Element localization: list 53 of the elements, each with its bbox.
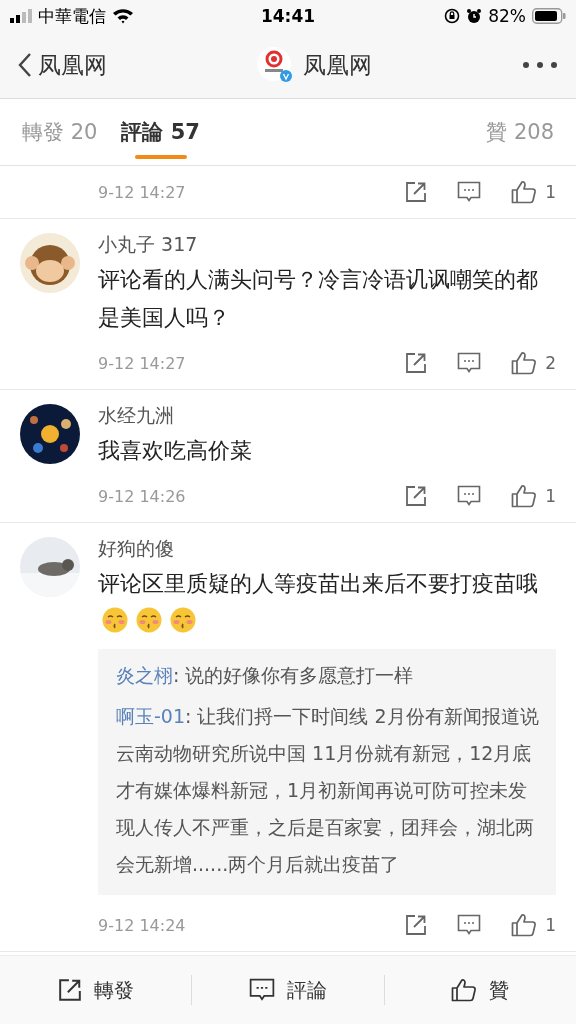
- comment-text: 我喜欢吃高价菜: [98, 438, 252, 463]
- like-button[interactable]: 贊: [384, 956, 576, 1024]
- wifi-icon: [112, 8, 134, 24]
- comment-button[interactable]: 評論: [192, 956, 384, 1024]
- thumbs-up-icon: [511, 351, 538, 375]
- reply-user-name[interactable]: 炎之栩: [116, 664, 173, 686]
- blush-face-icon: [102, 607, 128, 633]
- battery-icon: [532, 8, 566, 24]
- thumbs-up-icon: [511, 913, 538, 937]
- share-icon[interactable]: [405, 181, 428, 203]
- reply-text: 啊玉-01: 让我们捋一下时间线 2月份有新闻报道说云南动物研究所说中国 11月份就有新冠，12月底才有媒体爆料新冠，1月初新闻再说可防可控未发现人传人不严重，之后是百家宴，团拜会，湖北两会无新增......两个月后就出疫苗了: [116, 704, 540, 877]
- clock-time: 14:41: [260, 6, 316, 26]
- comment-icon[interactable]: [457, 914, 482, 936]
- share-icon[interactable]: [405, 352, 428, 374]
- comment-icon[interactable]: [457, 352, 482, 374]
- back-button[interactable]: 凤凰网: [18, 49, 107, 81]
- thumbs-up-icon: [451, 978, 478, 1002]
- share-icon[interactable]: [405, 485, 428, 507]
- page-title: 凤凰网: [303, 50, 372, 80]
- user-name[interactable]: 小丸子 317: [98, 231, 556, 257]
- comment-text: 评论区里质疑的人等疫苗出来后不要打疫苗哦: [98, 571, 538, 596]
- share-icon[interactable]: [405, 914, 428, 936]
- back-chevron-icon: [18, 52, 32, 78]
- user-name[interactable]: 好狗的傻: [98, 535, 556, 561]
- user-name[interactable]: 水经九洲: [98, 402, 556, 428]
- blush-face-icon: [136, 607, 162, 633]
- comment-icon[interactable]: [457, 485, 482, 507]
- like-button[interactable]: 2: [511, 351, 556, 375]
- comment-time: 9-12 14:27: [98, 182, 186, 202]
- like-button[interactable]: 1: [511, 913, 556, 937]
- comment-time: 9-12 14:27: [98, 353, 186, 373]
- like-button[interactable]: 1: [511, 484, 556, 508]
- comment-time: 9-12 14:26: [98, 486, 186, 506]
- channel-avatar-icon: [257, 47, 293, 83]
- comment-text: 评论看的人满头问号？冷言冷语讥讽嘲笑的都是美国人吗？: [98, 267, 538, 330]
- thumbs-up-icon: [511, 180, 538, 204]
- like-button[interactable]: 1: [511, 180, 556, 204]
- more-icon: [522, 61, 558, 69]
- comment-time: 9-12 14:24: [98, 915, 186, 935]
- rotation-lock-icon: [444, 8, 461, 24]
- comment-icon[interactable]: [457, 181, 482, 203]
- alarm-icon: [466, 8, 483, 24]
- battery-percent: 82%: [488, 6, 526, 26]
- reply-text: 炎之栩: 说的好像你有多愿意打一样: [116, 663, 415, 688]
- thumbs-up-icon: [511, 484, 538, 508]
- share-icon: [57, 978, 82, 1002]
- signal-icon: [10, 9, 32, 23]
- carrier-name: 中華電信: [38, 4, 106, 28]
- repost-button[interactable]: 轉發: [0, 956, 192, 1024]
- blush-face-icon: [170, 607, 196, 633]
- reply-user-name[interactable]: 啊玉-01: [116, 705, 186, 727]
- tab[interactable]: 評論 57: [121, 99, 200, 165]
- comment-icon: [249, 978, 275, 1002]
